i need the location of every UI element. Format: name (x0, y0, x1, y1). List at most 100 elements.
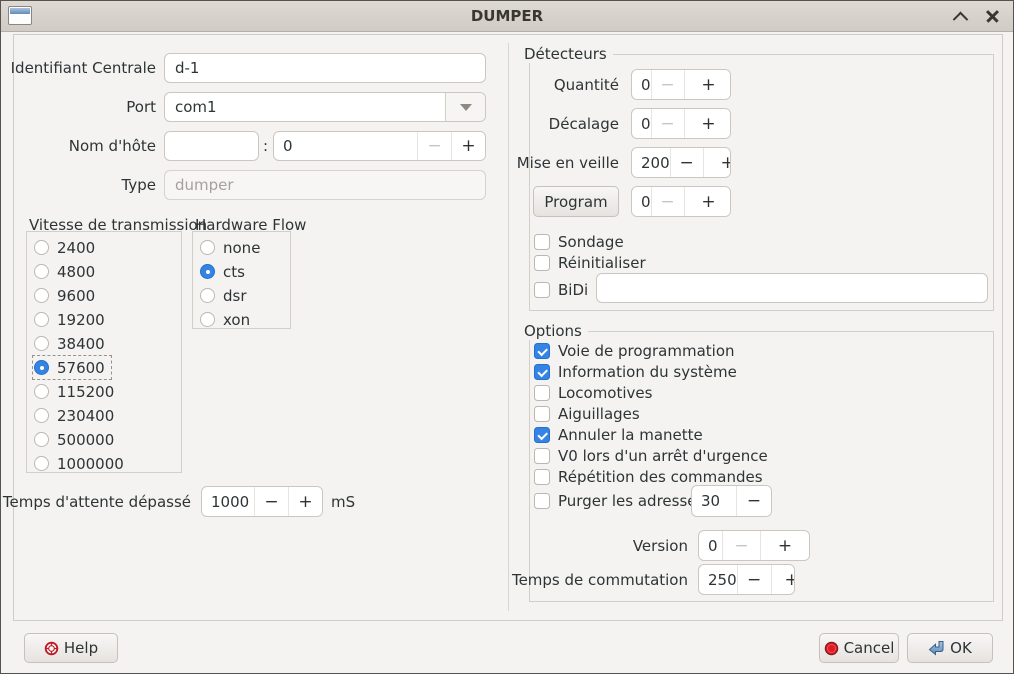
increment-button[interactable]: + (684, 187, 731, 216)
program-button-label: Program (544, 193, 607, 211)
checkbox-repetition-commandes[interactable]: Répétition des commandes (534, 466, 763, 487)
switch-time-spinner[interactable]: 250 − + (698, 564, 795, 595)
checkbox-label: V0 lors d'un arrêt d'urgence (558, 447, 768, 465)
dialog-window: DUMPER Identifiant Centrale d-1 Port com… (0, 0, 1014, 674)
increment-button[interactable]: + (288, 487, 322, 516)
increment-button[interactable]: + (760, 531, 809, 560)
sleep-spinner[interactable]: 200 − + (631, 147, 731, 178)
title-bar: DUMPER (1, 1, 1013, 32)
timeout-label: Temps d'attente dépassé (21, 487, 191, 516)
checkbox-icon (534, 406, 550, 422)
checkbox-aiguillages[interactable]: Aiguillages (534, 403, 640, 424)
checkbox-v0-arret-urgence[interactable]: V0 lors d'un arrêt d'urgence (534, 445, 768, 466)
radio-label: cts (223, 263, 245, 281)
increment-button[interactable]: + (684, 70, 731, 99)
host-port-value[interactable]: 0 (274, 132, 417, 160)
window-menu-icon[interactable] (8, 6, 32, 25)
radio-label: 500000 (57, 431, 114, 449)
radio-baud-38400[interactable]: 38400 (34, 333, 105, 354)
type-label: Type (21, 170, 156, 200)
checkbox-purger-les-adresses[interactable]: Purger les adresses (534, 490, 704, 511)
decrement-button[interactable]: − (651, 187, 684, 216)
decrement-button[interactable]: − (736, 486, 771, 516)
checkbox-information-du-systeme[interactable]: Information du système (534, 361, 737, 382)
cancel-stop-icon (824, 641, 839, 656)
program-spinner[interactable]: 0 − + (631, 186, 731, 217)
radio-flow-cts[interactable]: cts (200, 261, 245, 282)
radio-label: 2400 (57, 239, 95, 257)
hostname-input[interactable] (164, 131, 259, 161)
column-separator (508, 43, 509, 611)
radio-baud-115200[interactable]: 115200 (34, 381, 114, 402)
radio-baud-2400[interactable]: 2400 (34, 237, 95, 258)
sleep-value[interactable]: 200 (632, 148, 670, 177)
help-button[interactable]: Help (24, 633, 118, 663)
checkbox-label: Locomotives (558, 384, 652, 402)
radio-baud-1000000[interactable]: 1000000 (34, 453, 124, 474)
bidi-input[interactable] (596, 273, 988, 303)
timeout-value[interactable]: 1000 (202, 487, 254, 516)
checkbox-label: Voie de programmation (558, 342, 735, 360)
radio-label: 9600 (57, 287, 95, 305)
radio-flow-dsr[interactable]: dsr (200, 285, 247, 306)
shade-button[interactable] (945, 1, 975, 31)
checkbox-sondage[interactable]: Sondage (534, 231, 624, 252)
radio-checked-icon (34, 360, 49, 375)
radio-flow-xon[interactable]: xon (200, 309, 250, 330)
radio-baud-19200[interactable]: 19200 (34, 309, 105, 330)
decrement-button[interactable]: − (254, 487, 288, 516)
cancel-button[interactable]: Cancel (819, 633, 899, 663)
checkbox-voie-de-programmation[interactable]: Voie de programmation (534, 340, 735, 361)
purge-spinner[interactable]: 30 − (691, 485, 772, 517)
timeout-spinner[interactable]: 1000 − + (201, 486, 323, 517)
increment-button[interactable]: + (451, 132, 485, 160)
decrement-button[interactable]: − (670, 148, 703, 177)
central-id-input[interactable]: d-1 (164, 53, 486, 83)
radio-icon (34, 288, 49, 303)
quantity-spinner[interactable]: 0 − + (631, 69, 731, 100)
decrement-button[interactable]: − (737, 565, 771, 594)
port-value: com1 (165, 93, 445, 121)
purge-value[interactable]: 30 (692, 486, 736, 516)
radio-icon (34, 264, 49, 279)
decrement-button[interactable]: − (651, 70, 684, 99)
cancel-button-label: Cancel (844, 639, 895, 657)
ok-button[interactable]: OK (907, 633, 993, 663)
port-dropdown-button[interactable] (445, 93, 485, 121)
checkbox-annuler-la-manette[interactable]: Annuler la manette (534, 424, 703, 445)
checkbox-label: Aiguillages (558, 405, 640, 423)
increment-button[interactable]: + (771, 565, 795, 594)
radio-flow-none[interactable]: none (200, 237, 260, 258)
checkbox-locomotives[interactable]: Locomotives (534, 382, 652, 403)
program-value[interactable]: 0 (632, 187, 651, 216)
port-combobox[interactable]: com1 (164, 92, 486, 122)
radio-baud-4800[interactable]: 4800 (34, 261, 95, 282)
window-title: DUMPER (1, 1, 1013, 31)
quantity-value[interactable]: 0 (632, 70, 651, 99)
checkbox-label: BiDi (558, 281, 588, 299)
radio-baud-57600[interactable]: 57600 (34, 357, 110, 378)
checkbox-bidi[interactable]: BiDi (534, 279, 588, 300)
radio-baud-230400[interactable]: 230400 (34, 405, 114, 426)
help-button-label: Help (64, 639, 98, 657)
options-frame-title: Options (522, 322, 588, 340)
offset-value[interactable]: 0 (632, 109, 651, 138)
program-button[interactable]: Program (533, 186, 619, 217)
increment-button[interactable]: + (684, 109, 731, 138)
checkbox-reinitialiser[interactable]: Réinitialiser (534, 252, 646, 273)
decrement-button[interactable]: − (651, 109, 684, 138)
switch-time-value[interactable]: 250 (699, 565, 737, 594)
version-value[interactable]: 0 (699, 531, 722, 560)
version-spinner[interactable]: 0 − + (698, 530, 810, 561)
radio-baud-500000[interactable]: 500000 (34, 429, 114, 450)
offset-spinner[interactable]: 0 − + (631, 108, 731, 139)
decrement-button[interactable]: − (722, 531, 760, 560)
increment-button[interactable]: + (703, 148, 731, 177)
host-port-spinner[interactable]: 0 − + (273, 131, 486, 161)
type-input: dumper (164, 170, 486, 200)
checkbox-checked-icon (534, 364, 550, 380)
decrement-button[interactable]: − (417, 132, 451, 160)
checkbox-icon (534, 234, 550, 250)
close-button[interactable] (977, 1, 1007, 31)
radio-baud-9600[interactable]: 9600 (34, 285, 95, 306)
